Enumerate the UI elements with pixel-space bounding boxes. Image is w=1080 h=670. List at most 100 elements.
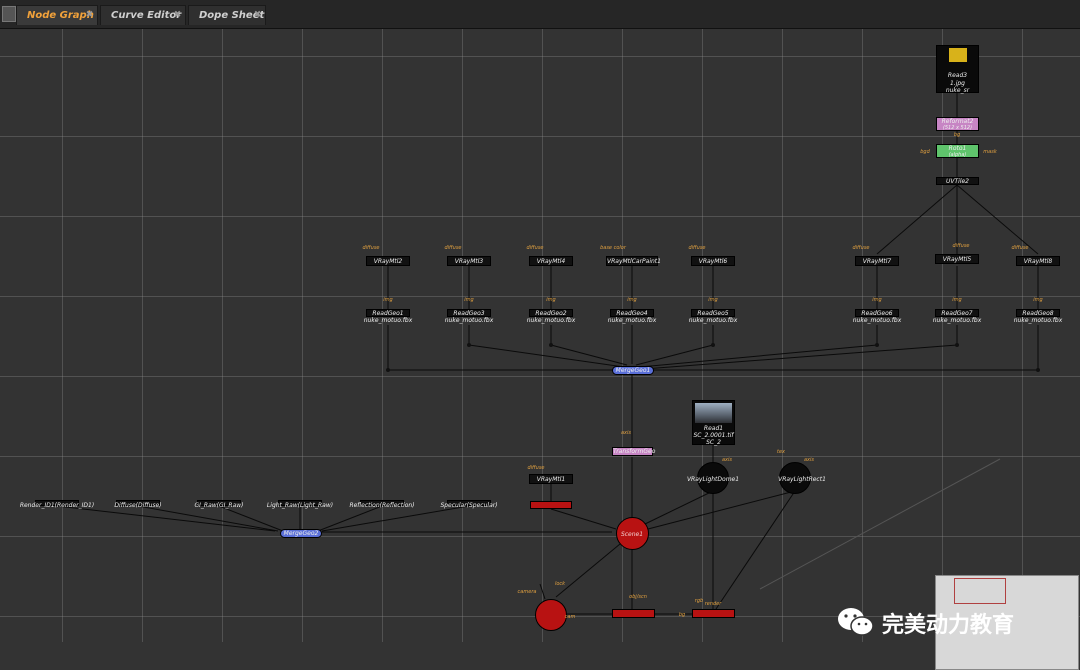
vraymtl3-node[interactable]: VRayMtl3: [447, 256, 491, 266]
mtl-pin: diffuse: [688, 245, 706, 251]
junction-dot[interactable]: [711, 343, 715, 347]
roto1-bgd-pin: bgd: [920, 149, 930, 155]
read1-sub: SC_2: [706, 439, 721, 446]
junction-dot[interactable]: [955, 343, 959, 347]
readgeo6-file: nuke_motuo.fbx: [852, 317, 902, 324]
vraylightrect1-label: VRayLightRect1: [778, 476, 826, 483]
scene-label: Scene1: [620, 531, 644, 538]
vraymtl1-node[interactable]: VRayMtl1: [529, 474, 573, 484]
close-icon[interactable]: ✖: [251, 9, 264, 22]
read1-thumbnail: [695, 403, 732, 423]
mergegeo2-node[interactable]: MergeGeo2: [280, 529, 322, 538]
geo-img-pin: img: [464, 297, 474, 303]
tab-bar: Node Graph ✖ Curve Editor ✖ Dope Sheet ✖: [0, 0, 1080, 29]
roto1-sub: (alpha): [948, 152, 967, 158]
rgb-pin: rgb: [694, 598, 704, 604]
readgeo3-file: nuke_motuo.fbx: [444, 317, 494, 324]
reformat2-label: Reformat2: [941, 118, 974, 125]
geo-img-pin: img: [1033, 297, 1043, 303]
mtl-pin: diffuse: [952, 243, 970, 249]
junction-dot[interactable]: [467, 343, 471, 347]
reformat2-sub: (512 x 512): [942, 125, 973, 131]
readgeo4-file: nuke_motuo.fbx: [607, 317, 657, 324]
read1-node[interactable]: Read1 SC_2.0001.tif SC_2: [692, 400, 735, 446]
readgeo8-node[interactable]: ReadGeo8: [1016, 309, 1060, 317]
geo-img-pin: img: [546, 297, 556, 303]
mtl-pin: diffuse: [526, 245, 544, 251]
mtl-pin: diffuse: [852, 245, 870, 251]
readgeo8-file: nuke_motuo.fbx: [1013, 317, 1063, 324]
readgeo7-file: nuke_motuo.fbx: [932, 317, 982, 324]
dome-axis-pin: axis: [721, 457, 733, 463]
readgeo1-node[interactable]: ReadGeo1: [366, 309, 410, 317]
reformat2-node[interactable]: Reformat2 (512 x 512): [936, 117, 979, 131]
read3-thumbnail: [949, 48, 967, 62]
mtl-pin: diffuse: [362, 245, 380, 251]
camera-node[interactable]: [535, 599, 567, 631]
render-pin: render: [704, 601, 722, 607]
vraymtlcarpaint1-node[interactable]: VRayMtlCarPaint1: [606, 256, 661, 266]
readgeo4-node[interactable]: ReadGeo4: [610, 309, 654, 317]
geo-img-pin: img: [627, 297, 637, 303]
close-icon[interactable]: ✖: [171, 9, 184, 22]
geo-img-pin: img: [952, 297, 962, 303]
mtl-pin: base color: [600, 245, 626, 251]
junction-dot[interactable]: [1036, 368, 1040, 372]
readgeo1-file: nuke_motuo.fbx: [363, 317, 413, 324]
tab-node-graph[interactable]: Node Graph ✖: [16, 5, 98, 25]
readgeo7-node[interactable]: ReadGeo7: [935, 309, 979, 317]
read3-sub: nuke_sr: [945, 87, 970, 94]
rect-axis-pin: axis: [803, 457, 815, 463]
tab-dope-sheet[interactable]: Dope Sheet ✖: [188, 5, 266, 25]
geo-img-pin: img: [708, 297, 718, 303]
renderer-node[interactable]: [612, 609, 655, 618]
vraymtl8-node[interactable]: VRayMtl8: [1016, 256, 1060, 266]
rect-tex-pin: tex: [777, 449, 785, 455]
transformgeo-node[interactable]: TransformGeo: [612, 447, 655, 456]
mtl-pin: diffuse: [1011, 245, 1029, 251]
close-icon[interactable]: ✖: [83, 9, 96, 22]
transformgeo-axis-pin: axis: [620, 430, 632, 436]
junction-dot[interactable]: [549, 343, 553, 347]
readgeo2-file: nuke_motuo.fbx: [526, 317, 576, 324]
roto1-label: Roto1: [948, 145, 967, 152]
vraymtl4-node[interactable]: VRayMtl4: [529, 256, 573, 266]
node-graph-canvas[interactable]: Read3 1.jpg nuke_sr Reformat2 (512 x 512…: [0, 29, 1080, 670]
mtl-pin: diffuse: [444, 245, 462, 251]
pass-specular-label: Specular(Specular): [440, 502, 498, 509]
mergegeo1-node[interactable]: MergeGeo1: [612, 366, 654, 375]
pass-render-id-label: Render_ID1(Render_ID1): [19, 502, 95, 509]
cam-pin: cam: [564, 614, 576, 620]
watermark: 完美动力教育: [836, 601, 1076, 645]
lock-pin: lock: [554, 581, 566, 587]
tab-curve-editor[interactable]: Curve Editor ✖: [100, 5, 186, 25]
geo-img-pin: img: [872, 297, 882, 303]
vraymtl5-node[interactable]: VRayMtl5: [935, 254, 979, 264]
pass-diffuse-label: Diffuse(Diffuse): [114, 502, 162, 509]
bg-pin: bg: [678, 612, 686, 618]
vraymtl6-node[interactable]: VRayMtl6: [691, 256, 735, 266]
vraymtl7-node[interactable]: VRayMtl7: [855, 256, 899, 266]
readgeo2-node[interactable]: ReadGeo2: [529, 309, 573, 317]
readgeo3-node[interactable]: ReadGeo3: [447, 309, 491, 317]
junction-dot[interactable]: [386, 368, 390, 372]
vraymtl2-node[interactable]: VRayMtl2: [366, 256, 410, 266]
geo-img-pin: img: [383, 297, 393, 303]
junction-dot[interactable]: [875, 343, 879, 347]
camera-pin: camera: [517, 589, 537, 595]
red-node[interactable]: [530, 501, 572, 509]
wechat-icon: [838, 608, 874, 636]
roto1-node[interactable]: Roto1 (alpha): [936, 144, 979, 158]
panel-menu-icon[interactable]: [2, 6, 16, 22]
readgeo6-node[interactable]: ReadGeo6: [855, 309, 899, 317]
read3-node[interactable]: Read3 1.jpg nuke_sr: [936, 45, 979, 94]
connection-wires: [56, 93, 1039, 615]
mtl-pin: diffuse: [527, 465, 545, 471]
readgeo5-node[interactable]: ReadGeo5: [691, 309, 735, 317]
vraylightdome1-label: VRayLightDome1: [686, 476, 740, 483]
roto1-mask-pin: mask: [983, 149, 997, 155]
watermark-text: 完美动力教育: [882, 613, 1015, 638]
output-node[interactable]: [692, 609, 735, 618]
uvtile2-node[interactable]: UVTile2: [936, 177, 979, 185]
obj-scn-pin: obj/scn: [629, 594, 647, 600]
